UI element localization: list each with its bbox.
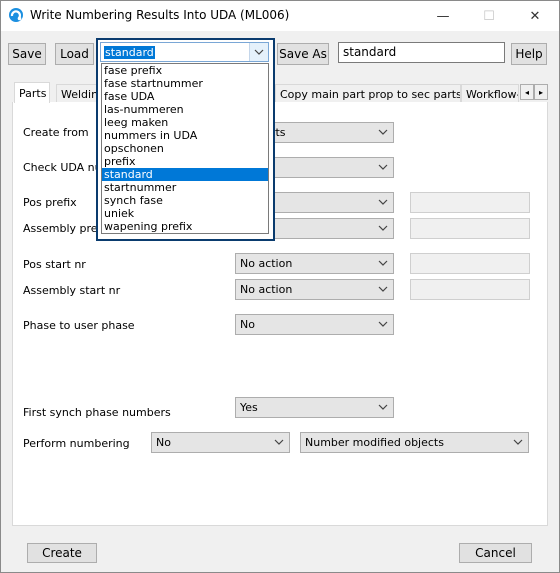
preset-option[interactable]: uniek bbox=[102, 207, 268, 220]
phase-to-user-phase-label: Phase to user phase bbox=[23, 319, 135, 332]
preset-option[interactable]: prefix bbox=[102, 155, 268, 168]
perform-numbering-label: Perform numbering bbox=[23, 437, 130, 450]
chevron-down-icon bbox=[378, 164, 388, 170]
preset-option[interactable]: las-nummeren bbox=[102, 103, 268, 116]
preset-option[interactable]: opschonen bbox=[102, 142, 268, 155]
chevron-down-icon bbox=[378, 129, 388, 135]
pos-start-nr-value: No action bbox=[240, 257, 293, 270]
phase-to-user-phase-select[interactable]: No bbox=[235, 314, 394, 335]
chevron-down-icon bbox=[378, 321, 388, 327]
maximize-button[interactable]: ☐ bbox=[466, 1, 512, 31]
load-button[interactable]: Load bbox=[55, 43, 94, 65]
preset-option[interactable]: leeg maken bbox=[102, 116, 268, 129]
perform-numbering-value: No bbox=[156, 436, 171, 449]
preset-option[interactable]: fase UDA bbox=[102, 90, 268, 103]
assembly-start-nr-value: No action bbox=[240, 283, 293, 296]
window-title: Write Numbering Results Into UDA (ML006) bbox=[30, 8, 290, 22]
chevron-down-icon bbox=[254, 49, 264, 55]
perform-numbering-select[interactable]: No bbox=[151, 432, 290, 453]
save-as-name-input[interactable]: standard bbox=[338, 42, 505, 63]
preset-option[interactable]: startnummer bbox=[102, 181, 268, 194]
pos-start-nr-select[interactable]: No action bbox=[235, 253, 394, 274]
first-synch-phase-select[interactable]: Yes bbox=[235, 397, 394, 418]
chevron-down-icon bbox=[378, 404, 388, 410]
cancel-button[interactable]: Cancel bbox=[459, 543, 532, 563]
tab-welding[interactable]: Welding bbox=[56, 84, 100, 103]
preset-combo-value: standard bbox=[104, 45, 155, 59]
create-from-label: Create from bbox=[23, 126, 89, 139]
tab-copy-main-part-prop[interactable]: Copy main part prop to sec parts prop bbox=[275, 84, 461, 103]
assembly-prefix-input[interactable] bbox=[410, 218, 530, 239]
help-button[interactable]: Help bbox=[511, 43, 547, 65]
pos-start-nr-input[interactable] bbox=[410, 253, 530, 274]
preset-option[interactable]: fase startnummer bbox=[102, 77, 268, 90]
preset-option[interactable]: wapening prefix bbox=[102, 220, 268, 233]
chevron-down-icon bbox=[513, 439, 523, 445]
numbering-mode-select[interactable]: Number modified objects bbox=[300, 432, 529, 453]
app-logo-icon bbox=[9, 8, 23, 22]
preset-combo-toggle[interactable] bbox=[249, 43, 268, 61]
tab-scroll-right-button[interactable]: ▸ bbox=[534, 84, 548, 100]
pos-prefix-label: Pos prefix bbox=[23, 196, 77, 209]
first-synch-phase-label: First synch phase numbers bbox=[23, 406, 171, 419]
assembly-start-nr-input[interactable] bbox=[410, 279, 530, 300]
phase-to-user-phase-value: No bbox=[240, 318, 255, 331]
minimize-button[interactable]: — bbox=[420, 1, 466, 31]
save-as-button[interactable]: Save As bbox=[277, 43, 329, 65]
preset-option[interactable]: fase prefix bbox=[102, 64, 268, 77]
tab-parts[interactable]: Parts bbox=[14, 82, 50, 103]
first-synch-phase-value: Yes bbox=[240, 401, 258, 414]
tab-scroll-left-button[interactable]: ◂ bbox=[520, 84, 534, 100]
close-button[interactable]: ✕ bbox=[512, 1, 558, 31]
assembly-start-nr-select[interactable]: No action bbox=[235, 279, 394, 300]
chevron-down-icon bbox=[378, 260, 388, 266]
preset-option[interactable]: synch fase bbox=[102, 194, 268, 207]
create-button[interactable]: Create bbox=[27, 543, 97, 563]
preset-option[interactable]: nummers in UDA bbox=[102, 129, 268, 142]
numbering-mode-value: Number modified objects bbox=[305, 436, 444, 449]
chevron-down-icon bbox=[378, 225, 388, 231]
pos-start-nr-label: Pos start nr bbox=[23, 258, 86, 271]
pos-prefix-input[interactable] bbox=[410, 192, 530, 213]
preset-dropdown-list: fase prefix fase startnummer fase UDA las-n… bbox=[101, 63, 269, 234]
preset-combo[interactable]: standard bbox=[100, 42, 269, 62]
preset-option[interactable]: standard bbox=[102, 168, 268, 181]
tab-workflow[interactable]: Workflow-s bbox=[461, 84, 519, 103]
assembly-start-nr-label: Assembly start nr bbox=[23, 284, 121, 297]
chevron-down-icon bbox=[378, 199, 388, 205]
save-button[interactable]: Save bbox=[8, 43, 46, 65]
chevron-down-icon bbox=[274, 439, 284, 445]
chevron-down-icon bbox=[378, 286, 388, 292]
